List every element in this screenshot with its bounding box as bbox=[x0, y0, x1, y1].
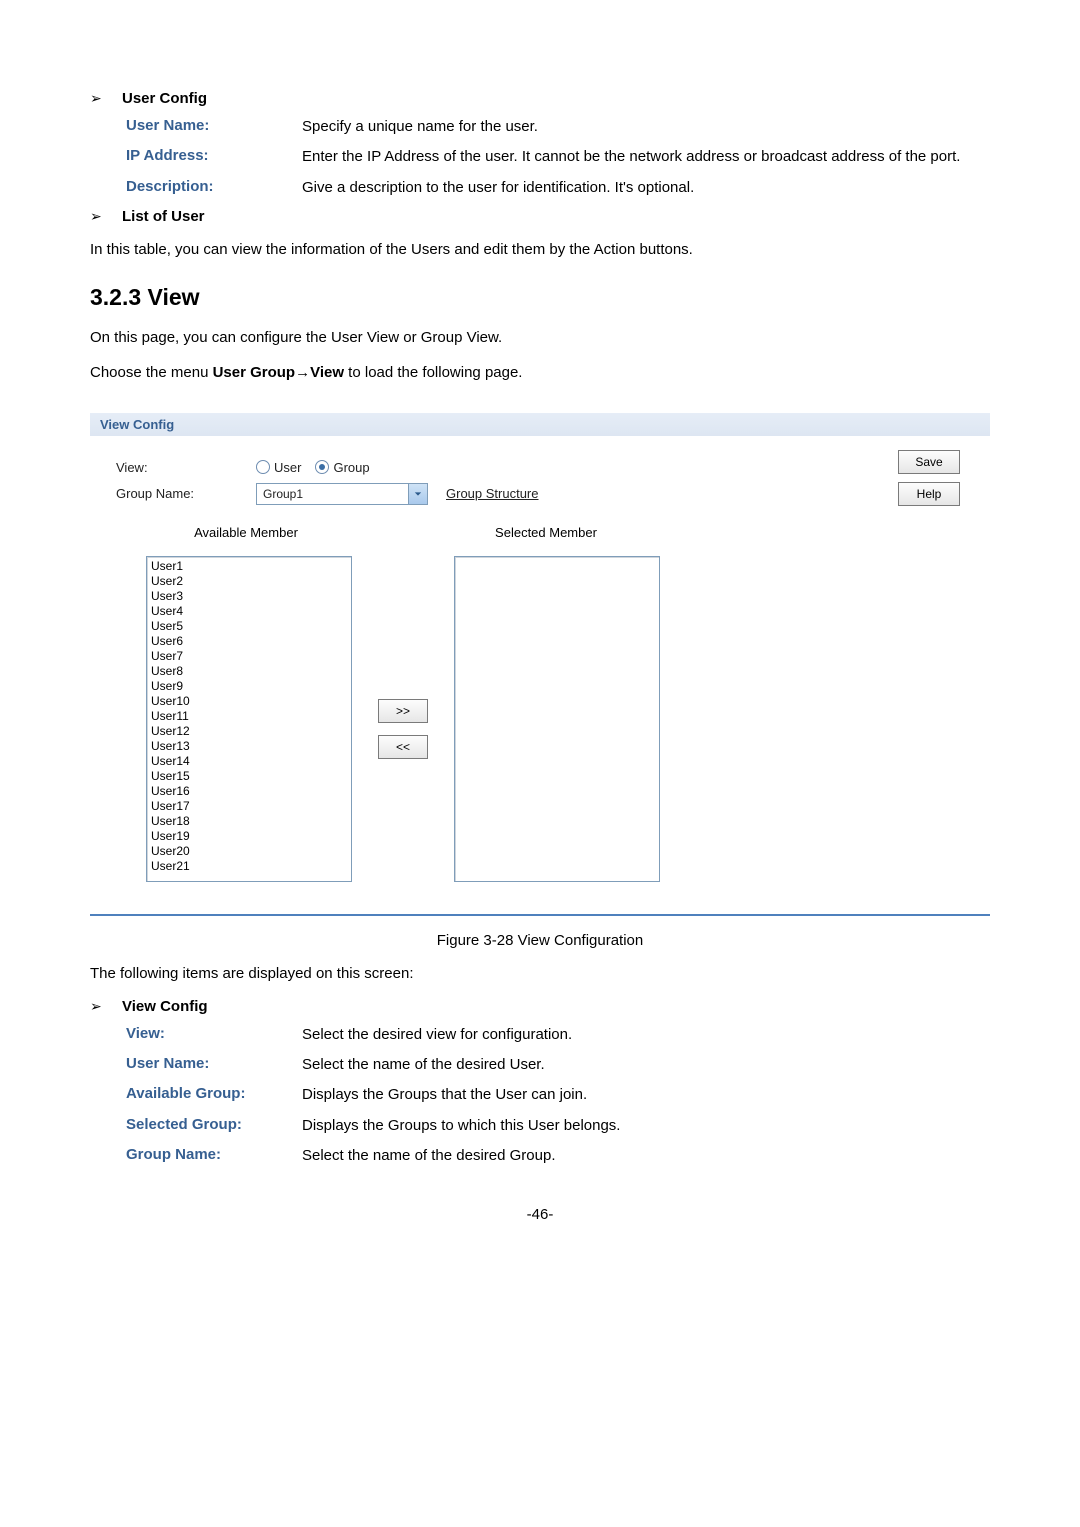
def-label: User Name: bbox=[126, 1055, 302, 1075]
def-label: Selected Group: bbox=[126, 1116, 302, 1136]
list-item[interactable]: User11 bbox=[149, 709, 349, 724]
group-structure-link[interactable]: Group Structure bbox=[446, 486, 539, 501]
groupname-label: Group Name: bbox=[116, 486, 256, 501]
view-config-title: View Config bbox=[122, 998, 208, 1015]
list-item[interactable]: User17 bbox=[149, 799, 349, 814]
radio-group[interactable] bbox=[315, 460, 329, 474]
view-label: View: bbox=[116, 460, 256, 475]
def-row: Description: Give a description to the u… bbox=[126, 178, 990, 198]
def-desc: Select the name of the desired Group. bbox=[302, 1146, 990, 1166]
section-heading-view: 3.2.3 View bbox=[90, 284, 990, 311]
def-row: Available Group: Displays the Groups tha… bbox=[126, 1085, 990, 1105]
view-config-panel: View Config Save Help View: User Group G… bbox=[90, 413, 990, 902]
def-label: User Name: bbox=[126, 117, 302, 137]
def-label: IP Address: bbox=[126, 147, 302, 167]
radio-user[interactable] bbox=[256, 460, 270, 474]
def-label: Group Name: bbox=[126, 1146, 302, 1166]
list-item[interactable]: User13 bbox=[149, 739, 349, 754]
list-item[interactable]: User5 bbox=[149, 619, 349, 634]
available-member-listbox[interactable]: User1User2User3User4User5User6User7User8… bbox=[146, 556, 352, 882]
def-desc: Give a description to the user for ident… bbox=[302, 178, 990, 198]
bullet-icon: ➢ bbox=[90, 998, 104, 1015]
menu-para-c: to load the following page. bbox=[344, 364, 522, 381]
mover-buttons: >> << bbox=[352, 576, 454, 882]
def-row: IP Address: Enter the IP Address of the … bbox=[126, 147, 990, 167]
groupname-select[interactable]: Group1 bbox=[256, 483, 428, 505]
list-item[interactable]: User10 bbox=[149, 694, 349, 709]
list-of-user-heading: ➢ List of User bbox=[90, 208, 990, 225]
items-displayed-para: The following items are displayed on thi… bbox=[90, 963, 990, 984]
def-desc: Select the desired view for configuratio… bbox=[302, 1025, 990, 1045]
view-radio-row: View: User Group bbox=[116, 460, 964, 475]
list-item[interactable]: User1 bbox=[149, 559, 349, 574]
def-label: View: bbox=[126, 1025, 302, 1045]
panel-right-buttons: Save Help bbox=[898, 450, 960, 506]
list-item[interactable]: User14 bbox=[149, 754, 349, 769]
list-item[interactable]: User19 bbox=[149, 829, 349, 844]
list-item[interactable]: User8 bbox=[149, 664, 349, 679]
chevron-down-icon bbox=[408, 484, 427, 504]
def-row: View: Select the desired view for config… bbox=[126, 1025, 990, 1045]
list-item[interactable]: User6 bbox=[149, 634, 349, 649]
available-member-header: Available Member bbox=[146, 525, 346, 540]
radio-group-label: Group bbox=[333, 460, 369, 475]
def-row: User Name: Select the name of the desire… bbox=[126, 1055, 990, 1075]
selected-member-listbox[interactable] bbox=[454, 556, 660, 882]
menu-para-b: User Group→View bbox=[213, 364, 344, 381]
def-desc: Displays the Groups to which this User b… bbox=[302, 1116, 990, 1136]
list-item[interactable]: User4 bbox=[149, 604, 349, 619]
def-label: Description: bbox=[126, 178, 302, 198]
def-desc: Displays the Groups that the User can jo… bbox=[302, 1085, 990, 1105]
move-right-button[interactable]: >> bbox=[378, 699, 428, 723]
selected-member-header: Selected Member bbox=[446, 525, 646, 540]
help-button[interactable]: Help bbox=[898, 482, 960, 506]
radio-user-label: User bbox=[274, 460, 301, 475]
panel-title: View Config bbox=[90, 413, 990, 436]
bullet-icon: ➢ bbox=[90, 90, 104, 107]
list-of-user-title: List of User bbox=[122, 208, 205, 225]
def-row: Selected Group: Displays the Groups to w… bbox=[126, 1116, 990, 1136]
bullet-icon: ➢ bbox=[90, 208, 104, 225]
groupname-row: Group Name: Group1 Group Structure bbox=[116, 483, 964, 505]
save-button[interactable]: Save bbox=[898, 450, 960, 474]
list-item[interactable]: User7 bbox=[149, 649, 349, 664]
def-label: Available Group: bbox=[126, 1085, 302, 1105]
list-item[interactable]: User3 bbox=[149, 589, 349, 604]
list-item[interactable]: User15 bbox=[149, 769, 349, 784]
view-config-figure: View Config Save Help View: User Group G… bbox=[90, 413, 990, 916]
view-intro-para: On this page, you can configure the User… bbox=[90, 327, 990, 348]
user-config-title: User Config bbox=[122, 90, 207, 107]
list-item[interactable]: User2 bbox=[149, 574, 349, 589]
def-desc: Specify a unique name for the user. bbox=[302, 117, 990, 137]
view-menu-para: Choose the menu User Group→View to load … bbox=[90, 362, 990, 383]
list-item[interactable]: User21 bbox=[149, 859, 349, 874]
view-config-heading: ➢ View Config bbox=[90, 998, 990, 1015]
menu-para-a: Choose the menu bbox=[90, 364, 213, 381]
groupname-value: Group1 bbox=[257, 487, 408, 501]
page-number: -46- bbox=[90, 1206, 990, 1223]
figure-caption: Figure 3-28 View Configuration bbox=[90, 932, 990, 949]
list-item[interactable]: User18 bbox=[149, 814, 349, 829]
list-item[interactable]: User12 bbox=[149, 724, 349, 739]
move-left-button[interactable]: << bbox=[378, 735, 428, 759]
user-config-heading: ➢ User Config bbox=[90, 90, 990, 107]
def-desc: Enter the IP Address of the user. It can… bbox=[302, 147, 990, 167]
list-item[interactable]: User20 bbox=[149, 844, 349, 859]
user-config-defs: User Name: Specify a unique name for the… bbox=[126, 117, 990, 198]
view-config-defs: View: Select the desired view for config… bbox=[126, 1025, 990, 1166]
list-item[interactable]: User16 bbox=[149, 784, 349, 799]
def-desc: Select the name of the desired User. bbox=[302, 1055, 990, 1075]
def-row: User Name: Specify a unique name for the… bbox=[126, 117, 990, 137]
def-row: Group Name: Select the name of the desir… bbox=[126, 1146, 990, 1166]
list-item[interactable]: User9 bbox=[149, 679, 349, 694]
list-of-user-para: In this table, you can view the informat… bbox=[90, 239, 990, 260]
